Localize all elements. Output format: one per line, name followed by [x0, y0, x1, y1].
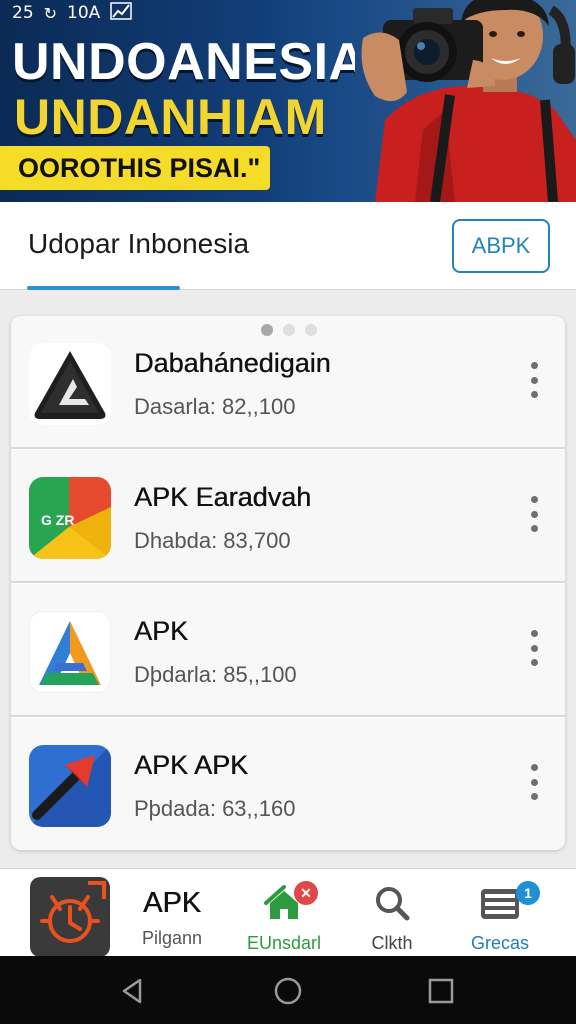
screen: 25 ↻ 10A UNDOANESIA UNDANHIAM OOROTHIS P…	[0, 0, 576, 1024]
status-network: 10A	[67, 3, 101, 23]
nav-item-app[interactable]: APK Pilgann	[130, 869, 214, 957]
carousel-dot[interactable]	[283, 324, 295, 336]
nav-list-label: Grecas	[470, 933, 530, 953]
banner-headline: UNDOANESIA	[12, 33, 367, 91]
more-options-icon[interactable]	[524, 762, 544, 802]
carousel-dot-active[interactable]	[261, 324, 273, 336]
app-detail: Dasarla: 82,,100	[134, 394, 296, 419]
app-name: Dabahánedigain	[134, 348, 331, 378]
bottom-navigation: APK Pilgann ✕ EUnsdarl Clkth 1 Grecas	[0, 868, 576, 957]
banner-tagline: OOROTHIS PISAI."	[0, 146, 271, 190]
nav-home-label: EUnsdarl	[246, 933, 322, 953]
status-time: 25	[12, 3, 34, 23]
app-logo-icon[interactable]	[30, 877, 110, 957]
app-name: APK Earadvah	[134, 482, 312, 512]
list-item[interactable]: G ZR APK Earadvah Dhabda: 83,700	[11, 450, 565, 583]
tab-indicator	[27, 286, 180, 290]
banner-subheadline: UNDANHIAM	[14, 89, 327, 145]
header: Udopar Inbonesia ABPK	[0, 202, 576, 290]
colorful-folder-icon: G ZR	[29, 477, 111, 559]
app-name: APK APK	[134, 750, 249, 780]
carousel-dots	[261, 324, 317, 336]
nav-app-label: Pilgann	[141, 928, 203, 948]
home-button-icon[interactable]	[273, 976, 303, 1006]
app-detail: Pþdada: 63,,160	[134, 796, 296, 821]
close-badge-icon: ✕	[294, 881, 318, 905]
system-navigation-bar	[0, 956, 576, 1024]
more-options-icon[interactable]	[524, 494, 544, 534]
photographer-image	[355, 0, 576, 202]
app-detail: Dhabda: 83,700	[134, 528, 291, 553]
app-detail: Dþdarla: 85,,100	[134, 662, 297, 687]
nav-item-search[interactable]: Clkth	[350, 869, 434, 957]
more-options-icon[interactable]	[524, 628, 544, 668]
promo-banner[interactable]: 25 ↻ 10A UNDOANESIA UNDANHIAM OOROTHIS P…	[0, 0, 576, 202]
recents-icon[interactable]	[426, 976, 456, 1006]
more-options-icon[interactable]	[524, 360, 544, 400]
a-logo-icon	[29, 611, 111, 693]
triangle-logo-icon	[29, 343, 111, 425]
list-icon	[481, 889, 519, 919]
search-icon	[376, 887, 410, 921]
nav-search-label: Clkth	[371, 933, 413, 953]
abpk-button[interactable]: ABPK	[452, 219, 550, 273]
list-item[interactable]: APK Dþdarla: 85,,100	[11, 584, 565, 717]
nav-item-home[interactable]: ✕ EUnsdarl	[236, 869, 332, 957]
app-list: Dabahánedigain Dasarla: 82,,100 G ZR APK…	[11, 316, 565, 850]
sync-icon: ↻	[43, 3, 58, 23]
back-icon[interactable]	[118, 976, 148, 1006]
arrow-logo-icon	[29, 745, 111, 827]
page-title[interactable]: Udopar Inbonesia	[28, 228, 249, 260]
carousel-dot[interactable]	[305, 324, 317, 336]
app-name: APK	[134, 616, 189, 646]
nav-item-list[interactable]: 1 Grecas	[458, 869, 542, 957]
list-item[interactable]: APK APK Pþdada: 63,,160	[11, 718, 565, 850]
signal-icon	[110, 2, 133, 24]
status-bar: 25 ↻ 10A	[12, 2, 133, 24]
notification-badge: 1	[516, 881, 540, 905]
icon-label: G ZR	[41, 512, 74, 528]
nav-app-title: APK	[142, 887, 202, 919]
